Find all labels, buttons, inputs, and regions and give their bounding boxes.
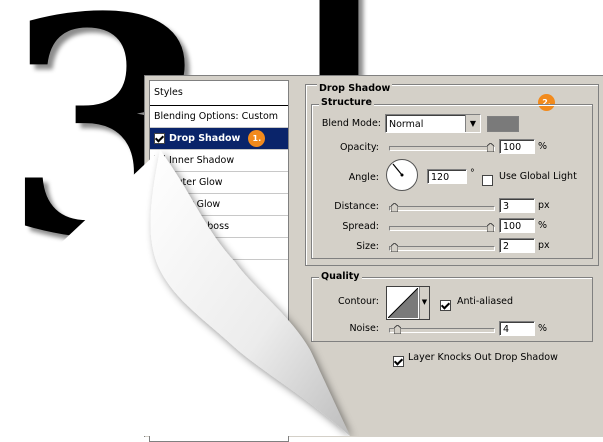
quality-title: Quality — [319, 271, 362, 282]
use-global-light-checkbox[interactable] — [482, 171, 497, 190]
style-item-label: Inner Shadow — [169, 155, 235, 166]
distance-field[interactable]: 3 — [499, 198, 535, 213]
spread-slider[interactable] — [389, 223, 495, 232]
opacity-label: Opacity: — [339, 142, 379, 153]
step-badge-1: 1. — [248, 130, 266, 147]
style-item-checkbox[interactable] — [154, 133, 165, 144]
angle-unit: ° — [470, 168, 475, 179]
opacity-slider[interactable] — [389, 143, 495, 152]
noise-label: Noise: — [349, 323, 379, 334]
spread-field[interactable]: 100 — [499, 218, 535, 233]
use-global-light-label: Use Global Light — [499, 171, 577, 182]
chevron-down-icon[interactable]: ▼ — [419, 287, 429, 319]
style-item-checkbox[interactable] — [154, 199, 165, 210]
shadow-color-swatch[interactable] — [487, 116, 519, 132]
anti-aliased-label: Anti-aliased — [457, 296, 514, 307]
styles-header: Styles — [150, 81, 288, 106]
style-item-2[interactable]: Inner Shadow — [150, 150, 288, 172]
style-item-label: Inner Glow — [169, 199, 221, 210]
opacity-field[interactable]: 100 — [499, 139, 535, 154]
noise-unit: % — [538, 323, 548, 334]
distance-slider-thumb[interactable] — [391, 203, 398, 212]
style-item-checkbox[interactable] — [154, 177, 165, 188]
style-item-6[interactable]: tour — [150, 238, 288, 260]
style-item-label: Blending Options: Custom — [154, 111, 279, 122]
anti-aliased-checkbox[interactable] — [440, 296, 455, 315]
noise-slider-thumb[interactable] — [394, 325, 401, 334]
chevron-down-icon[interactable]: ▼ — [465, 115, 480, 132]
layer-knocks-out-label: Layer Knocks Out Drop Shadow — [408, 352, 558, 363]
size-slider[interactable] — [389, 243, 495, 252]
size-slider-thumb[interactable] — [391, 243, 398, 252]
opacity-slider-thumb[interactable] — [487, 143, 494, 152]
blend-mode-label: Blend Mode: — [321, 118, 381, 129]
style-item-checkbox[interactable] — [154, 155, 165, 166]
distance-label: Distance: — [334, 201, 379, 212]
styles-list-panel: Styles Blending Options: Custom Drop Shad… — [149, 80, 289, 442]
opacity-unit: % — [538, 141, 548, 152]
blend-mode-select[interactable]: Normal ▼ — [385, 114, 481, 133]
distance-slider[interactable] — [389, 203, 495, 212]
spread-label: Spread: — [342, 221, 379, 232]
style-item-label: Outer Glow — [169, 177, 223, 188]
angle-dial[interactable] — [385, 158, 419, 192]
angle-field[interactable]: 120 — [427, 169, 467, 184]
blend-mode-value: Normal — [389, 119, 424, 130]
style-item-5[interactable]: vel and Emboss — [150, 216, 288, 238]
contour-picker[interactable]: ▼ — [386, 286, 430, 320]
style-item-label: Drop Shadow — [169, 133, 241, 144]
noise-field[interactable]: 4 — [499, 321, 535, 336]
style-item-4[interactable]: Inner Glow — [150, 194, 288, 216]
spread-slider-thumb[interactable] — [487, 223, 494, 232]
style-item-label: vel and Emboss — [154, 221, 230, 232]
size-label: Size: — [356, 241, 379, 252]
drop-shadow-title: Drop Shadow — [317, 83, 393, 94]
layer-style-dialog: Styles Blending Options: Custom Drop Shad… — [144, 75, 603, 442]
style-item-label: tour — [154, 243, 174, 254]
structure-title: Structure — [319, 97, 374, 108]
contour-label: Contour: — [338, 296, 379, 307]
style-item-1[interactable]: Drop Shadow 1. — [150, 128, 288, 150]
size-unit: px — [538, 240, 550, 251]
size-field[interactable]: 2 — [499, 238, 535, 253]
layer-knocks-out-checkbox[interactable] — [393, 352, 408, 371]
style-item-0[interactable]: Blending Options: Custom — [150, 106, 288, 128]
angle-label: Angle: — [348, 172, 379, 183]
spread-unit: % — [538, 220, 548, 231]
distance-unit: px — [538, 200, 550, 211]
noise-slider[interactable] — [389, 325, 495, 334]
style-item-3[interactable]: Outer Glow — [150, 172, 288, 194]
